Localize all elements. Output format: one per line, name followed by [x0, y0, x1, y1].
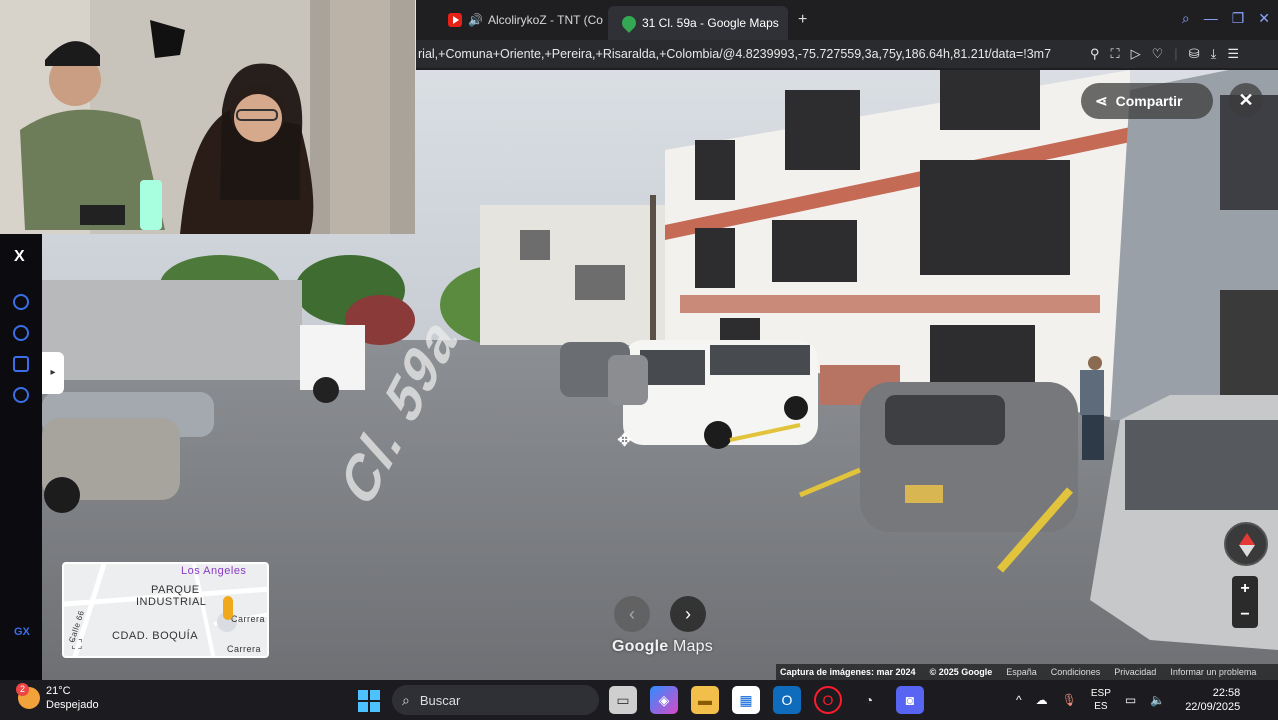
search-placeholder: Buscar: [419, 692, 461, 708]
zoom-in-button[interactable]: +: [1232, 576, 1258, 602]
pin-icon[interactable]: ⚲: [1090, 46, 1100, 62]
network-icon[interactable]: ▭: [1125, 693, 1136, 707]
tab-google-maps[interactable]: 31 Cl. 59a - Google Maps: [608, 6, 788, 40]
extensions-icon[interactable]: [13, 356, 29, 372]
minimap-label: INDUSTRIAL: [136, 596, 207, 608]
date: 22/09/2025: [1185, 701, 1241, 713]
settings-icon[interactable]: [13, 387, 29, 403]
pegman-icon[interactable]: [223, 596, 233, 620]
copyright: © 2025 Google: [929, 667, 993, 677]
side-panel-expander[interactable]: ▸: [42, 352, 64, 394]
webcam-overlay: [0, 0, 415, 234]
privacy-link[interactable]: Privacidad: [1114, 667, 1156, 677]
task-view-icon[interactable]: ▭: [609, 686, 637, 714]
url-text[interactable]: rial,+Comuna+Oriente,+Pereira,+Risaralda…: [416, 47, 1076, 61]
time: 22:58: [1212, 687, 1241, 699]
expand-minimap-icon[interactable]: ⛶: [72, 636, 82, 653]
minimap-label: Los Angeles: [181, 565, 247, 577]
minimap-label: PARQUE: [151, 584, 200, 596]
performance-icon[interactable]: ◔: [855, 686, 883, 714]
wallet-icon[interactable]: ⛁: [1189, 46, 1200, 62]
speaker-icon: 🔊: [468, 13, 483, 27]
minimize-icon[interactable]: —: [1204, 10, 1218, 27]
map-credits: Captura de imágenes: mar 2024 © 2025 Goo…: [776, 664, 1278, 680]
youtube-icon: [448, 13, 462, 27]
report-link[interactable]: Informar un problema: [1170, 667, 1256, 677]
next-arrow-button[interactable]: ›: [670, 596, 706, 632]
minimap-label: Carrera: [227, 644, 262, 654]
compass-icon[interactable]: [1224, 522, 1268, 566]
system-tray: ^ ☁ 🎙 ESP ES ▭ 🔈 22:58 22/09/2025: [1016, 680, 1240, 720]
webcam-image: [0, 0, 415, 234]
player-icon[interactable]: [13, 294, 29, 310]
taskbar-apps: ▭ ◈ ▬ ▦ O O ◔ ◙: [609, 686, 924, 714]
divider: |: [1174, 46, 1178, 61]
browser-sidebar: X GX: [0, 234, 42, 680]
google-maps-logo: Google Maps: [612, 638, 713, 656]
gx-icon[interactable]: GX: [14, 626, 30, 638]
region-link[interactable]: España: [1006, 667, 1037, 677]
address-bar[interactable]: rial,+Comuna+Oriente,+Pereira,+Risaralda…: [416, 40, 1278, 68]
download-icon[interactable]: ⤓: [1211, 46, 1217, 62]
history-icon[interactable]: [13, 325, 29, 341]
clock[interactable]: 22:58 22/09/2025: [1185, 686, 1240, 714]
notification-badge: 2: [16, 683, 29, 696]
copilot-icon[interactable]: ◈: [650, 686, 678, 714]
outlook-icon[interactable]: O: [773, 686, 801, 714]
tab-strip: 🔊 AlcolirykoZ - TNT (Co 31 Cl. 59a - Goo…: [416, 0, 1278, 40]
keyboard-label: ES: [1094, 701, 1108, 712]
tab-label: 31 Cl. 59a - Google Maps: [642, 16, 779, 30]
close-street-view-button[interactable]: ✕: [1229, 83, 1263, 117]
capture-date: Captura de imágenes: mar 2024: [780, 667, 916, 677]
search-icon[interactable]: ⌕: [1182, 10, 1190, 27]
opera-gx-icon[interactable]: O: [814, 686, 842, 714]
logo-google: Google: [612, 638, 669, 655]
weather-widget[interactable]: 2 21°C Despejado: [16, 683, 99, 712]
google-maps-icon: [619, 13, 639, 33]
chevron-up-icon[interactable]: ^: [1016, 693, 1022, 707]
weather-icon: 2: [16, 683, 40, 709]
language-indicator[interactable]: ESP ES: [1091, 687, 1111, 713]
volume-icon[interactable]: 🔈: [1150, 693, 1165, 707]
screen: Cl. 59a ✥ 🔊 AlcolirykoZ - TNT (Co 31 Cl.…: [0, 0, 1278, 720]
microphone-icon[interactable]: 🎙: [1062, 693, 1077, 707]
minimap[interactable]: Los Angeles PARQUE INDUSTRIAL CDAD. BOQU…: [62, 562, 269, 658]
zoom-control: + −: [1232, 576, 1258, 628]
heart-icon[interactable]: ♡: [1152, 46, 1164, 62]
store-icon[interactable]: ▦: [732, 686, 760, 714]
app-icon[interactable]: ◙: [896, 686, 924, 714]
cloud-icon[interactable]: ☁: [1036, 693, 1048, 707]
menu-icon[interactable]: ☰: [1227, 46, 1239, 62]
play-icon[interactable]: ▷: [1131, 46, 1141, 62]
start-button[interactable]: [358, 690, 380, 712]
tab-label: AlcolirykoZ - TNT (Co: [488, 13, 603, 27]
share-label: Compartir: [1115, 93, 1183, 109]
terms-link[interactable]: Condiciones: [1051, 667, 1101, 677]
taskbar: 2 21°C Despejado ⌕ Buscar ▭ ◈ ▬ ▦ O O ◔ …: [0, 680, 1278, 720]
cursor-move-icon: ✥: [617, 430, 633, 450]
window-controls: ⌕ — ❐ ✕: [1182, 10, 1270, 27]
previous-arrow-button[interactable]: ‹: [614, 596, 650, 632]
language-label: ESP: [1090, 688, 1111, 699]
x-icon[interactable]: X: [14, 248, 25, 266]
new-tab-button[interactable]: +: [798, 11, 807, 29]
search-icon: ⌕: [402, 691, 410, 708]
address-bar-actions: ⚲ ⛶ ▷ ♡ | ⛁ ⤓ ☰: [1090, 46, 1239, 62]
browser-window: 🔊 AlcolirykoZ - TNT (Co 31 Cl. 59a - Goo…: [416, 0, 1278, 70]
temperature: 21°C: [46, 685, 71, 697]
share-icon: ⋖: [1095, 93, 1108, 110]
tab-youtube[interactable]: 🔊 AlcolirykoZ - TNT (Co: [436, 5, 608, 35]
maximize-icon[interactable]: ❐: [1232, 10, 1245, 27]
taskbar-search[interactable]: ⌕ Buscar: [392, 685, 599, 715]
snapshot-icon[interactable]: ⛶: [1111, 46, 1120, 62]
minimap-label: CDAD. BOQUÍA: [112, 630, 199, 642]
zoom-out-button[interactable]: −: [1232, 602, 1258, 628]
weather-condition: Despejado: [46, 699, 99, 711]
share-button[interactable]: ⋖ Compartir: [1081, 83, 1213, 119]
file-explorer-icon[interactable]: ▬: [691, 686, 719, 714]
close-icon[interactable]: ✕: [1258, 10, 1270, 27]
logo-maps: Maps: [672, 638, 713, 655]
minimap-label: Carrera: [231, 614, 266, 624]
